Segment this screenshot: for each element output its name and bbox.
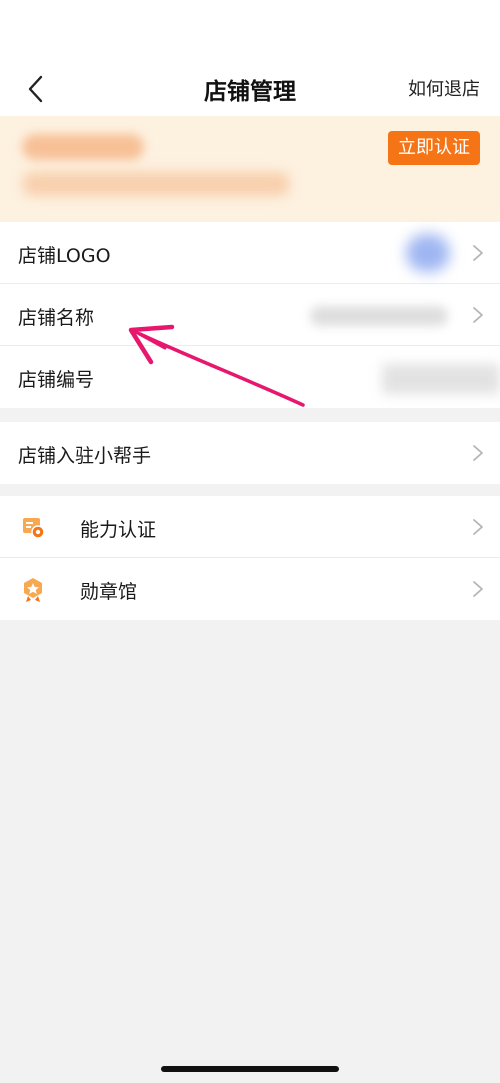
home-indicator — [161, 1066, 339, 1072]
capability-group: 能力认证 勋章馆 — [0, 496, 500, 620]
chevron-right-icon — [473, 445, 483, 461]
shop-name-value-blurred — [310, 306, 448, 326]
certificate-icon — [23, 518, 45, 539]
medal-hall-label: 勋章馆 — [80, 581, 138, 603]
chevron-right-icon — [473, 581, 483, 597]
list-item-shop-onboarding-helper[interactable]: 店铺入驻小帮手 — [0, 422, 500, 484]
how-to-exit-shop-link[interactable]: 如何退店 — [408, 75, 480, 101]
chevron-right-icon — [473, 307, 483, 323]
helper-group: 店铺入驻小帮手 — [0, 422, 500, 484]
capability-certification-label: 能力认证 — [80, 519, 157, 541]
shop-number-label: 店铺编号 — [18, 369, 95, 391]
list-item-capability-certification[interactable]: 能力认证 — [0, 496, 500, 558]
chevron-right-icon — [473, 245, 483, 261]
shop-logo-thumbnail — [406, 234, 450, 272]
medal-icon — [24, 578, 42, 602]
shop-onboarding-helper-label: 店铺入驻小帮手 — [18, 445, 152, 467]
shop-management-page: 店铺管理 如何退店 立即认证 店铺LOGO 店铺名称 店铺编号 店铺入驻小帮手 — [0, 0, 500, 1083]
shop-name-label: 店铺名称 — [18, 307, 95, 329]
list-item-shop-name[interactable]: 店铺名称 — [0, 284, 500, 346]
shop-number-value-blurred — [382, 364, 500, 394]
list-item-medal-hall[interactable]: 勋章馆 — [0, 558, 500, 620]
shop-info-group: 店铺LOGO 店铺名称 店铺编号 — [0, 222, 500, 408]
list-item-shop-number: 店铺编号 — [0, 346, 500, 408]
chevron-right-icon — [473, 519, 483, 535]
blurred-banner-title — [22, 134, 144, 160]
nav-bar: 店铺管理 如何退店 — [0, 0, 500, 116]
list-item-shop-logo[interactable]: 店铺LOGO — [0, 222, 500, 284]
blurred-banner-subtitle — [22, 172, 290, 196]
certify-now-button[interactable]: 立即认证 — [388, 131, 480, 165]
shop-logo-label: 店铺LOGO — [18, 245, 111, 267]
